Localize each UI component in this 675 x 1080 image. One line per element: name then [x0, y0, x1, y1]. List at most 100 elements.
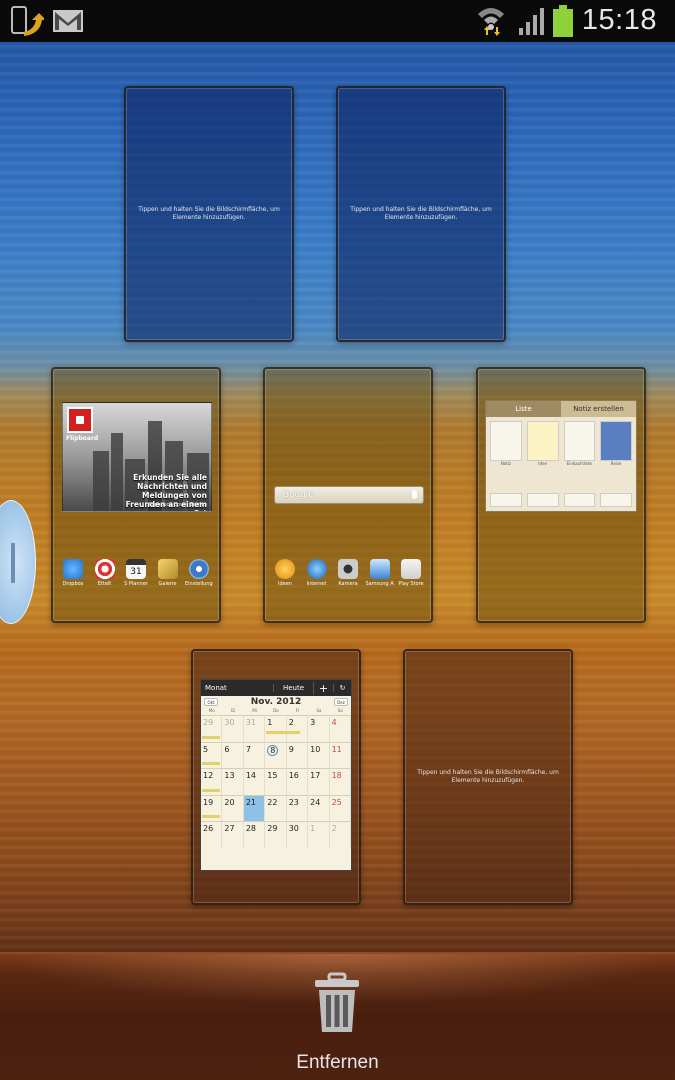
- phone-update-icon: [11, 6, 44, 36]
- google-search-placeholder: Google: [282, 490, 314, 500]
- calendar-day[interactable]: 19: [201, 794, 223, 821]
- calendar-day[interactable]: 25: [329, 794, 351, 821]
- remove-bar[interactable]: Entfernen: [0, 952, 675, 1080]
- clock: 15:18: [581, 4, 657, 36]
- google-search-widget[interactable]: Google: [274, 486, 424, 504]
- camera-icon: [338, 559, 358, 579]
- calendar-day[interactable]: 2: [286, 715, 309, 742]
- play-store-icon: [401, 559, 421, 579]
- calendar-icon: 31: [126, 559, 146, 579]
- calendar-day[interactable]: 30: [286, 821, 309, 848]
- home-panel-4[interactable]: Google Ideen Internet Kamera Samsung App…: [263, 367, 433, 623]
- memo-note[interactable]: [563, 493, 596, 507]
- memo-note[interactable]: [600, 493, 632, 507]
- app-row: Dropbox Ettelt 31 S Planner Galerie Eins…: [59, 559, 213, 587]
- gallery-icon: [157, 559, 178, 579]
- calendar-day[interactable]: 20: [222, 794, 244, 821]
- globe-icon: [306, 559, 327, 579]
- calendar-day[interactable]: 16: [286, 768, 309, 795]
- app-internet[interactable]: Internet: [303, 559, 331, 587]
- calendar-day-selected[interactable]: 21: [243, 794, 266, 821]
- calendar-day[interactable]: 30: [222, 715, 244, 742]
- calendar-day[interactable]: 3: [308, 715, 330, 742]
- microphone-icon[interactable]: [412, 490, 417, 499]
- home-panel-7[interactable]: Tippen und halten Sie die Bildschirmfläc…: [403, 649, 573, 905]
- calendar-day[interactable]: 7: [243, 741, 266, 768]
- calendar-grid: 29 30 31 1 2 3 4 5 6 7 8 9 10 11 12 13 1…: [201, 715, 351, 848]
- remove-label: Entfernen: [296, 1052, 379, 1073]
- app-play-store[interactable]: Play Store: [397, 559, 425, 587]
- calendar-day[interactable]: 5: [201, 741, 223, 768]
- app-ideen[interactable]: Ideen: [271, 559, 299, 587]
- home-panel-2[interactable]: Tippen und halten Sie die Bildschirmfläc…: [336, 86, 506, 342]
- calendar-day[interactable]: 29: [201, 715, 223, 742]
- memo-note[interactable]: [490, 493, 522, 507]
- empty-panel-hint: Tippen und halten Sie die Bildschirmfläc…: [417, 769, 559, 784]
- memo-note[interactable]: [526, 421, 559, 461]
- memo-note[interactable]: [490, 421, 522, 461]
- app-gallery[interactable]: Galerie: [154, 559, 182, 587]
- panel-drag-handle[interactable]: [0, 500, 36, 624]
- gear-icon: [189, 559, 209, 579]
- calendar-day[interactable]: 4: [329, 715, 351, 742]
- flipboard-source: Flipboard Cover Stories: [148, 502, 207, 508]
- memo-note[interactable]: [563, 421, 596, 461]
- calendar-day[interactable]: 6: [222, 741, 244, 768]
- memo-note[interactable]: [600, 421, 632, 461]
- calendar-day[interactable]: 9: [286, 741, 309, 768]
- calendar-next-month[interactable]: Dez: [334, 698, 348, 706]
- home-panel-1[interactable]: Tippen und halten Sie die Bildschirmfläc…: [124, 86, 294, 342]
- calendar-day[interactable]: 2: [329, 821, 351, 848]
- calendar-day[interactable]: 12: [201, 768, 223, 795]
- wifi-icon: [478, 8, 504, 36]
- app-settings[interactable]: Einstellungen: [185, 559, 213, 587]
- flipboard-widget: Flipboard Erkunden Sie alle Nachrichten …: [62, 402, 212, 512]
- status-bar: 15:18: [0, 0, 675, 42]
- calendar-day[interactable]: 1: [308, 821, 330, 848]
- app-samsung-apps[interactable]: Samsung Apps: [366, 559, 394, 587]
- calendar-day[interactable]: 23: [286, 794, 309, 821]
- gmail-icon: [53, 10, 83, 32]
- home-panel-6[interactable]: Monat Heute + ↻ Okt Nov. 2012 Dez Mo Di M…: [191, 649, 361, 905]
- home-panel-3[interactable]: Flipboard Erkunden Sie alle Nachrichten …: [51, 367, 221, 623]
- calendar-day[interactable]: 10: [308, 741, 330, 768]
- calendar-day[interactable]: 29: [265, 821, 287, 848]
- calendar-add-button[interactable]: +: [313, 681, 333, 695]
- calendar-day[interactable]: 22: [265, 794, 287, 821]
- trash-icon: [315, 972, 359, 1032]
- calendar-widget: Monat Heute + ↻ Okt Nov. 2012 Dez Mo Di M…: [200, 679, 352, 871]
- calendar-refresh-icon[interactable]: ↻: [333, 684, 351, 692]
- shopping-bag-icon: [369, 559, 390, 579]
- calendar-day[interactable]: 31: [243, 715, 266, 742]
- app-dropbox[interactable]: Dropbox: [59, 559, 87, 587]
- empty-panel-hint: Tippen und halten Sie die Bildschirmfläc…: [138, 206, 280, 221]
- calendar-day[interactable]: 26: [201, 821, 223, 848]
- lightbulb-icon: [275, 559, 295, 579]
- memo-tab-list[interactable]: Liste: [486, 401, 561, 417]
- calendar-day[interactable]: 27: [222, 821, 244, 848]
- calendar-day[interactable]: 1: [265, 715, 301, 742]
- dropbox-icon: [63, 559, 83, 579]
- app-camera[interactable]: Kamera: [334, 559, 362, 587]
- home-panel-5[interactable]: Liste Notiz erstellen Notiz Idee Einkauf…: [476, 367, 646, 623]
- calendar-prev-month[interactable]: Okt: [204, 698, 218, 706]
- app-row: Ideen Internet Kamera Samsung Apps Play …: [271, 559, 425, 587]
- memo-note[interactable]: [526, 493, 559, 507]
- calendar-day[interactable]: 24: [308, 794, 330, 821]
- calendar-day[interactable]: 28: [243, 821, 266, 848]
- calendar-view-label[interactable]: Monat: [201, 684, 273, 692]
- calendar-day[interactable]: 13: [222, 768, 244, 795]
- app-ettelt[interactable]: Ettelt: [91, 559, 119, 587]
- calendar-today-button[interactable]: Heute: [273, 684, 313, 692]
- calendar-day[interactable]: 11: [329, 741, 351, 768]
- calendar-day[interactable]: 15: [265, 768, 287, 795]
- calendar-day[interactable]: 17: [308, 768, 330, 795]
- calendar-month-title: Nov. 2012: [250, 697, 302, 707]
- memo-tab-create[interactable]: Notiz erstellen: [561, 401, 636, 417]
- app-s-planner[interactable]: 31 S Planner: [122, 559, 150, 587]
- battery-icon: [553, 5, 573, 37]
- grip-icon: [11, 543, 15, 583]
- calendar-day[interactable]: 18: [329, 768, 351, 795]
- calendar-day-today[interactable]: 8: [265, 741, 287, 768]
- calendar-day[interactable]: 14: [243, 768, 266, 795]
